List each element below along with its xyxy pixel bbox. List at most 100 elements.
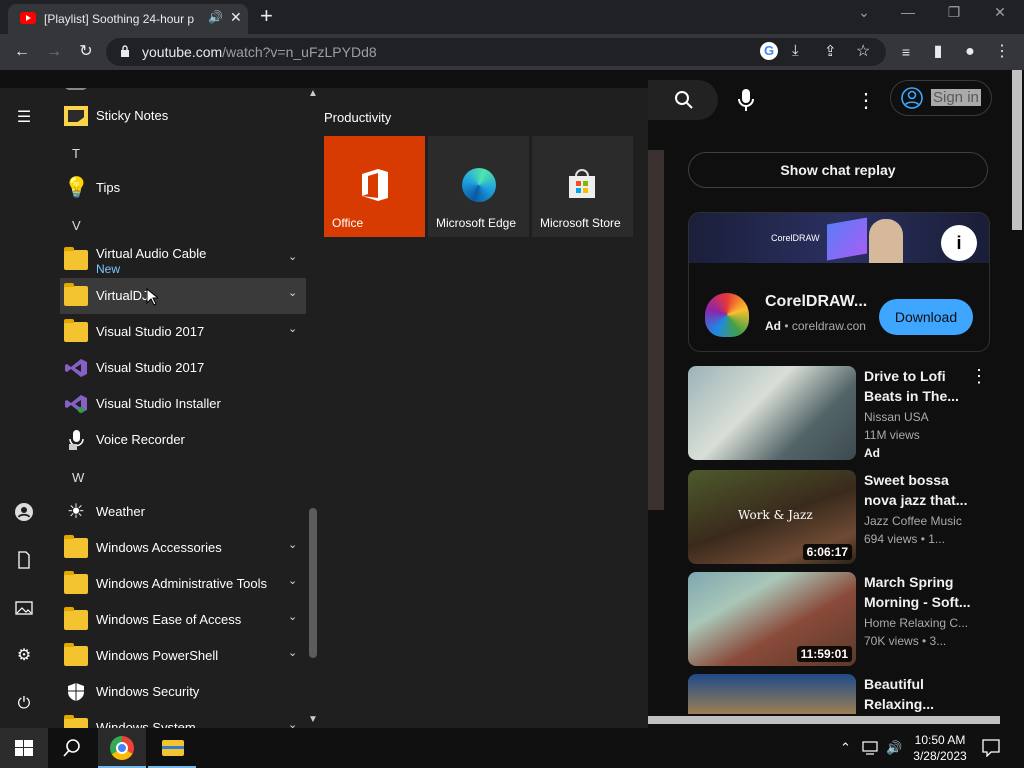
tile-microsoft-edge[interactable]: Microsoft Edge xyxy=(428,136,529,237)
app-label: Windows Security xyxy=(96,684,200,699)
pictures-icon[interactable] xyxy=(14,598,34,618)
search-button[interactable] xyxy=(648,80,718,120)
folder-windows-accessories[interactable]: Windows Accessories ⌄ xyxy=(60,530,306,566)
chevron-down-icon: ⌄ xyxy=(288,647,298,659)
video-item[interactable]: Beautiful Relaxing... xyxy=(688,674,1018,714)
profile-icon[interactable]: ● xyxy=(958,40,982,64)
video-title[interactable]: Drive to Lofi Beats in The... xyxy=(864,366,974,406)
chrome-taskbar-button[interactable] xyxy=(98,728,146,768)
office-icon xyxy=(362,169,388,201)
scroll-down-icon[interactable]: ▼ xyxy=(308,714,318,725)
folder-windows-administrative-tools[interactable]: Windows Administrative Tools ⌄ xyxy=(60,566,306,602)
app-label: Windows Ease of Access xyxy=(96,612,242,627)
tab-search-icon[interactable]: ⌄ xyxy=(844,4,884,21)
documents-icon[interactable] xyxy=(14,550,34,570)
video-title[interactable]: Beautiful Relaxing... xyxy=(864,674,974,714)
video-item[interactable]: Work & Jazz 6:06:17 Sweet bossa nova jaz… xyxy=(688,470,1018,564)
install-icon[interactable]: ⤓ xyxy=(792,42,799,59)
video-thumbnail[interactable] xyxy=(688,674,856,714)
sign-in-button[interactable]: Sign in xyxy=(890,80,992,116)
forward-button[interactable]: → xyxy=(42,40,66,64)
minimize-button[interactable]: — xyxy=(888,4,928,20)
scrollbar-thumb[interactable] xyxy=(309,508,317,658)
side-panel-icon[interactable]: ▮ xyxy=(926,40,950,64)
app-item-voice-recorder[interactable]: Voice Recorder xyxy=(60,422,306,458)
folder-windows-ease-of-access[interactable]: Windows Ease of Access ⌄ xyxy=(60,602,306,638)
restore-button[interactable]: ❐ xyxy=(934,4,974,21)
video-thumbnail[interactable] xyxy=(688,366,856,460)
video-thumbnail[interactable]: 11:59:01 xyxy=(688,572,856,666)
close-window-button[interactable]: ✕ xyxy=(980,4,1020,21)
clock-time: 10:50 AM xyxy=(914,733,966,747)
folder-virtualdj[interactable]: VirtualDJ ⌄ xyxy=(60,278,306,314)
show-hidden-icons-icon[interactable]: ⌃ xyxy=(840,740,851,756)
browser-tab-bar: [Playlist] Soothing 24-hour p 🔊 ✕ + ⌄ — … xyxy=(0,0,1024,34)
ad-title[interactable]: CorelDRAW... xyxy=(765,293,867,311)
search-icon[interactable] xyxy=(62,738,82,758)
start-button[interactable] xyxy=(0,728,48,768)
partial-app-icon xyxy=(64,88,88,90)
video-thumbnail[interactable]: Work & Jazz 6:06:17 xyxy=(688,470,856,564)
hamburger-menu-icon[interactable]: ☰ xyxy=(14,108,34,128)
scroll-up-icon[interactable]: ▲ xyxy=(308,88,318,99)
power-icon[interactable]: ⏻ xyxy=(14,694,34,714)
video-item[interactable]: 11:59:01 March Spring Morning - Soft... … xyxy=(688,572,1018,666)
user-account-icon[interactable] xyxy=(14,502,34,522)
speaker-icon[interactable]: 🔊 xyxy=(208,10,223,24)
horizontal-scrollbar[interactable] xyxy=(648,716,1000,724)
volume-icon[interactable]: 🔊 xyxy=(886,740,902,756)
menu-kebab-icon[interactable]: ⋮ xyxy=(990,40,1014,64)
sun-icon: ☀ xyxy=(67,501,85,523)
lock-icon xyxy=(121,45,129,57)
folder-windows-powershell[interactable]: Windows PowerShell ⌄ xyxy=(60,638,306,674)
folder-windows-system[interactable]: Windows System ⌄ xyxy=(60,710,306,728)
google-icon[interactable]: G xyxy=(760,42,778,60)
bookmark-star-icon[interactable]: ☆ xyxy=(856,41,870,61)
microphone-icon[interactable] xyxy=(738,88,754,112)
letter-header-v[interactable]: V xyxy=(72,218,81,233)
app-item-sticky-notes[interactable]: Sticky Notes xyxy=(60,98,306,134)
vertical-scrollbar[interactable] xyxy=(1012,70,1022,230)
system-clock[interactable]: 10:50 AM 3/28/2023 xyxy=(906,732,974,764)
tile-label: Office xyxy=(332,216,364,230)
back-button[interactable]: ← xyxy=(10,40,34,64)
app-label: Windows Accessories xyxy=(96,540,222,555)
app-item-windows-security[interactable]: Windows Security xyxy=(60,674,306,710)
app-item-visual-studio-2017[interactable]: Visual Studio 2017 xyxy=(60,350,306,386)
address-bar[interactable]: youtube.com/watch?v=n_uFzLPYDd8 G ⤓ ⇪ ☆ xyxy=(106,38,886,66)
video-item[interactable]: Drive to Lofi Beats in The... ⋮ Nissan U… xyxy=(688,366,1018,460)
app-item-visual-studio-installer[interactable]: Visual Studio Installer xyxy=(60,386,306,422)
tile-microsoft-store[interactable]: Microsoft Store xyxy=(532,136,633,237)
video-player-edge[interactable] xyxy=(648,150,664,510)
media-control-icon[interactable]: ≡ xyxy=(894,40,918,64)
reload-button[interactable]: ↻ xyxy=(74,40,98,64)
tile-office[interactable]: Office xyxy=(324,136,425,237)
letter-header-w[interactable]: W xyxy=(72,470,84,485)
new-tab-button[interactable]: + xyxy=(260,4,273,28)
ad-card[interactable]: CorelDRAW i CorelDRAW... Ad • coreldraw.… xyxy=(688,212,990,352)
info-icon[interactable]: i xyxy=(941,225,977,261)
chrome-icon xyxy=(110,736,134,760)
app-list-scrollbar[interactable]: ▲ ▼ xyxy=(306,88,320,728)
download-button[interactable]: Download xyxy=(879,299,973,335)
network-icon[interactable] xyxy=(862,740,880,756)
share-icon[interactable]: ⇪ xyxy=(824,42,837,60)
browser-tab[interactable]: [Playlist] Soothing 24-hour p 🔊 ✕ xyxy=(8,4,248,34)
letter-header-t[interactable]: T xyxy=(72,146,80,161)
tile-group-title[interactable]: Productivity xyxy=(324,110,391,125)
folder-icon xyxy=(64,283,88,306)
app-item-weather[interactable]: ☀ Weather xyxy=(60,494,306,530)
settings-gear-icon[interactable]: ⚙ xyxy=(14,646,34,666)
video-title[interactable]: March Spring Morning - Soft... xyxy=(864,572,974,612)
action-center-icon[interactable] xyxy=(982,739,1000,757)
show-chat-replay-button[interactable]: Show chat replay xyxy=(688,152,988,188)
app-item-tips[interactable]: 💡 Tips xyxy=(60,170,306,206)
folder-visual-studio-2017[interactable]: Visual Studio 2017 ⌄ xyxy=(60,314,306,350)
ad-person-image xyxy=(869,219,903,263)
close-tab-icon[interactable]: ✕ xyxy=(230,9,242,26)
file-explorer-taskbar-button[interactable] xyxy=(148,728,196,768)
settings-kebab-icon[interactable]: ⋮ xyxy=(856,88,876,113)
video-menu-icon[interactable]: ⋮ xyxy=(970,366,988,387)
folder-virtual-audio-cable[interactable]: Virtual Audio Cable New ⌄ xyxy=(60,242,306,278)
video-title[interactable]: Sweet bossa nova jazz that... xyxy=(864,470,974,510)
